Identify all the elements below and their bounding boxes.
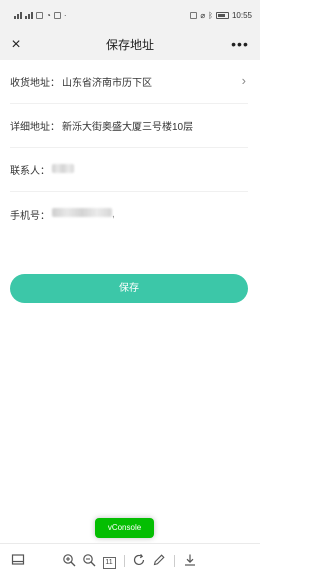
detail-address-row[interactable]: 详细地址： 新泺大街奥盛大厦三号楼10层 bbox=[10, 104, 248, 148]
contact-row[interactable]: 联系人： bbox=[10, 148, 248, 192]
message-icon bbox=[36, 11, 43, 19]
save-button[interactable]: 保存 bbox=[10, 274, 248, 303]
detail-address-label: 详细地址： bbox=[10, 122, 60, 133]
status-bar: ◔ · ⌀ ᛒ 10:55 bbox=[0, 0, 260, 30]
dot-icon: · bbox=[63, 10, 67, 20]
status-time: 10:55 bbox=[231, 10, 252, 20]
contact-input[interactable] bbox=[52, 163, 74, 176]
nfc-icon bbox=[190, 11, 198, 19]
more-icon[interactable]: ••• bbox=[228, 35, 252, 55]
panel-icon[interactable] bbox=[10, 553, 26, 569]
region-value[interactable]: 山东省济南市历下区 bbox=[62, 74, 152, 89]
silent-icon: ⌀ bbox=[200, 10, 206, 20]
edit-icon[interactable] bbox=[151, 553, 167, 569]
zoom-in-icon[interactable] bbox=[61, 553, 77, 569]
chevron-right-icon[interactable]: › bbox=[242, 74, 246, 88]
signal-icon bbox=[14, 11, 22, 19]
obscured-value bbox=[52, 208, 112, 217]
battery-icon bbox=[215, 11, 229, 19]
phone-row[interactable]: 手机号： , bbox=[10, 192, 248, 236]
actual-size-icon[interactable]: 11 bbox=[101, 553, 117, 569]
region-label: 收货地址： bbox=[10, 78, 60, 89]
phone-trailing-char: , bbox=[112, 209, 115, 220]
nav-bar: × 保存地址 ••• bbox=[0, 30, 260, 60]
address-form: 收货地址： 山东省济南市历下区 › 详细地址： 新泺大街奥盛大厦三号楼10层 联… bbox=[10, 60, 248, 236]
bluetooth-icon: ᛒ bbox=[208, 10, 213, 20]
toolbar-divider bbox=[124, 555, 125, 567]
chat-icon bbox=[53, 11, 61, 19]
phone-label: 手机号： bbox=[10, 210, 50, 222]
rotate-icon[interactable] bbox=[131, 553, 147, 569]
vconsole-button[interactable]: vConsole bbox=[95, 518, 154, 538]
obscured-value bbox=[52, 163, 74, 173]
phone-input[interactable]: , bbox=[52, 208, 115, 220]
contact-label: 联系人： bbox=[10, 166, 50, 177]
status-right: ⌀ ᛒ 10:55 bbox=[190, 11, 252, 20]
toolbar-divider bbox=[174, 555, 175, 567]
signal-icon bbox=[25, 11, 33, 19]
viewer-toolbar: 11 bbox=[0, 543, 260, 579]
actual-size-label: 11 bbox=[102, 557, 116, 569]
wifi-icon: ◔ bbox=[46, 10, 51, 20]
status-left: ◔ · bbox=[14, 11, 67, 20]
region-row[interactable]: 收货地址： 山东省济南市历下区 › bbox=[10, 60, 248, 104]
detail-address-input[interactable]: 新泺大街奥盛大厦三号楼10层 bbox=[62, 118, 193, 133]
page-title: 保存地址 bbox=[105, 38, 154, 52]
zoom-out-icon[interactable] bbox=[81, 553, 97, 569]
download-icon[interactable] bbox=[182, 553, 198, 569]
